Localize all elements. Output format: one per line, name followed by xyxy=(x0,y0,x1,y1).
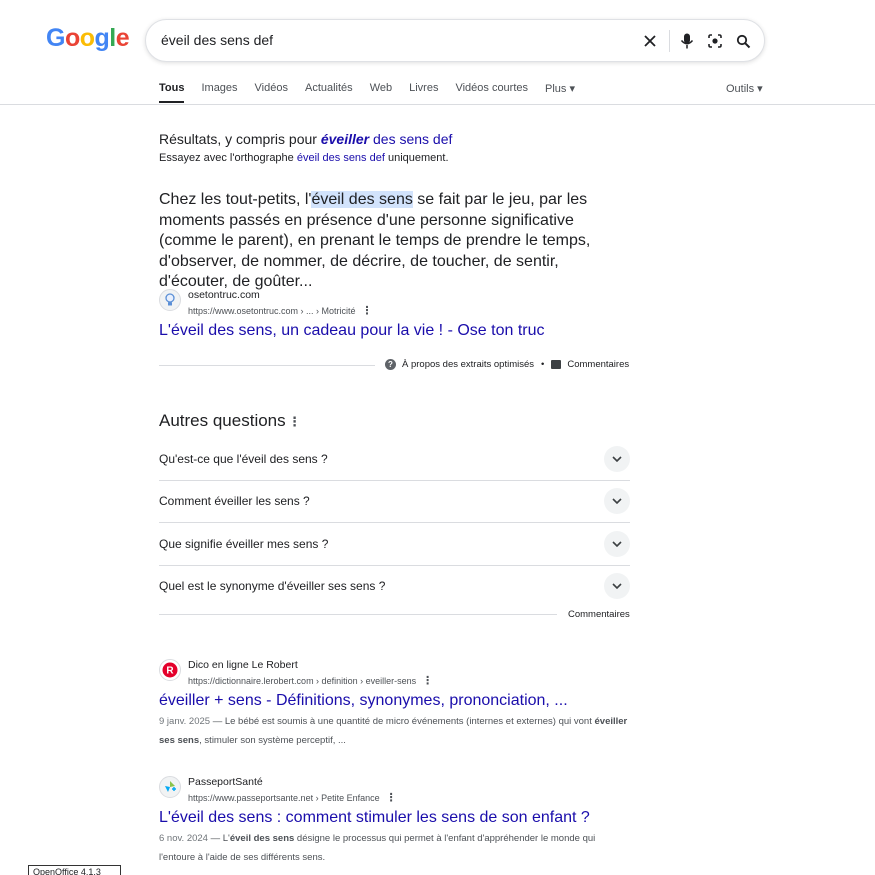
chevron-down-icon[interactable] xyxy=(604,446,630,472)
tools-button[interactable]: Outils ▾ xyxy=(726,82,763,95)
result-date: 6 nov. 2024 xyxy=(159,833,208,844)
feedback-icon xyxy=(551,360,562,369)
more-vert-icon[interactable]: ⋮ xyxy=(288,414,301,430)
taskbar-label[interactable]: OpenOffice 4.1.3 xyxy=(28,865,121,875)
search-input[interactable] xyxy=(161,32,631,48)
spelling-prefix: Résultats, y compris pour xyxy=(159,131,321,147)
original-query-link[interactable]: éveil des sens def xyxy=(297,152,385,164)
corrected-word: éveiller xyxy=(320,131,370,147)
chevron-down-icon[interactable] xyxy=(604,573,630,599)
try-prefix: Essayez avec l'orthographe xyxy=(159,152,297,164)
chevron-down-icon[interactable] xyxy=(604,531,630,557)
separator-dot: • xyxy=(541,359,545,370)
paa-question[interactable]: Qu'est-ce que l'éveil des sens ? xyxy=(159,439,630,481)
search-tabs: Tous Images Vidéos Actualités Web Livres… xyxy=(159,82,592,103)
bulb-icon xyxy=(159,289,181,311)
site-url: https://www.osetontruc.com › ... › Motri… xyxy=(188,304,373,317)
site-url-text: https://www.osetontruc.com › ... › Motri… xyxy=(188,306,356,316)
corrected-rest: des sens def xyxy=(369,131,453,147)
google-logo[interactable]: Google xyxy=(46,24,130,53)
snippet-before: Chez les tout-petits, l' xyxy=(159,191,312,208)
logo-letter: o xyxy=(79,24,95,52)
chevron-down-icon[interactable] xyxy=(604,488,630,514)
le-robert-icon: R xyxy=(159,659,181,681)
logo-letter: o xyxy=(64,24,80,52)
tab-more[interactable]: Plus ▾ xyxy=(545,82,575,102)
snippet-title-link[interactable]: L'éveil des sens, un cadeau pour la vie … xyxy=(159,322,545,340)
more-vert-icon[interactable]: ⋮ xyxy=(386,792,397,804)
microphone-icon[interactable] xyxy=(676,30,698,52)
paa-question-text: Que signifie éveiller mes sens ? xyxy=(159,537,329,551)
try-suffix: uniquement. xyxy=(384,152,449,164)
paa-question-text: Quel est le synonyme d'éveiller ses sens… xyxy=(159,579,386,593)
search-icon[interactable] xyxy=(732,30,754,52)
passeportsante-icon xyxy=(159,776,181,798)
tab-short-videos[interactable]: Vidéos courtes xyxy=(455,82,528,102)
help-icon: ? xyxy=(385,359,396,370)
result-description: 6 nov. 2024 — L'éveil des sens désigne l… xyxy=(159,829,629,867)
result-description: 9 janv. 2025 — Le bébé est soumis à une … xyxy=(159,712,629,750)
tab-videos[interactable]: Vidéos xyxy=(255,82,288,102)
paa-feedback-link[interactable]: Commentaires xyxy=(568,609,630,620)
tab-news[interactable]: Actualités xyxy=(305,82,353,102)
original-spelling: Essayez avec l'orthographe éveil des sen… xyxy=(159,152,449,164)
svg-text:R: R xyxy=(166,666,174,677)
result-title-link[interactable]: L'éveil des sens : comment stimuler les … xyxy=(159,809,590,827)
more-vert-icon[interactable]: ⋮ xyxy=(422,675,433,687)
paa-title: Autres questions xyxy=(159,411,286,430)
tab-books[interactable]: Livres xyxy=(409,82,438,102)
featured-snippet-text: Chez les tout-petits, l'éveil des sens s… xyxy=(159,190,629,293)
corrected-query-link[interactable]: éveiller des sens def xyxy=(321,131,453,147)
paa-question[interactable]: Que signifie éveiller mes sens ? xyxy=(159,524,630,566)
snippet-feedback-link[interactable]: Commentaires xyxy=(567,359,629,370)
logo-letter: e xyxy=(115,24,130,52)
site-name: Dico en ligne Le Robert xyxy=(188,659,298,671)
header-divider xyxy=(0,104,875,105)
result-title-link[interactable]: éveiller + sens - Définitions, synonymes… xyxy=(159,692,568,710)
snippet-highlight: éveil des sens xyxy=(311,191,413,208)
close-icon[interactable] xyxy=(639,30,661,52)
paa-question-text: Qu'est-ce que l'éveil des sens ? xyxy=(159,452,328,466)
site-name: PasseportSanté xyxy=(188,776,263,788)
desc-text: — Le bébé est soumis à une quantité de m… xyxy=(210,716,595,727)
search-box[interactable] xyxy=(145,19,765,62)
lens-icon[interactable] xyxy=(704,30,726,52)
snippet-footer-divider xyxy=(159,365,375,366)
desc-bold: éveil des sens xyxy=(229,833,295,844)
result-date: 9 janv. 2025 xyxy=(159,716,211,727)
paa-question[interactable]: Quel est le synonyme d'éveiller ses sens… xyxy=(159,566,630,608)
logo-letter: g xyxy=(94,24,110,52)
site-url: https://www.passeportsante.net › Petite … xyxy=(188,791,397,804)
tab-images[interactable]: Images xyxy=(201,82,237,102)
tab-all[interactable]: Tous xyxy=(159,82,185,103)
more-vert-icon[interactable]: ⋮ xyxy=(362,305,373,317)
paa-question-text: Comment éveiller les sens ? xyxy=(159,494,310,508)
tab-web[interactable]: Web xyxy=(370,82,392,102)
search-divider xyxy=(669,30,670,52)
about-snippets-link[interactable]: À propos des extraits optimisés xyxy=(402,359,534,370)
spelling-correction: Résultats, y compris pour éveiller des s… xyxy=(159,131,452,147)
logo-letter: G xyxy=(46,24,65,52)
site-url: https://dictionnaire.lerobert.com › defi… xyxy=(188,674,433,687)
site-url-text: https://dictionnaire.lerobert.com › defi… xyxy=(188,676,417,686)
site-url-text: https://www.passeportsante.net › Petite … xyxy=(188,793,380,803)
paa-footer-divider xyxy=(159,614,557,615)
site-name: osetontruc.com xyxy=(188,289,260,301)
desc-text: , stimuler son système perceptif, ... xyxy=(199,735,346,746)
snippet-footer: ? À propos des extraits optimisés • Comm… xyxy=(385,359,629,370)
desc-text: — L' xyxy=(207,833,230,844)
paa-question[interactable]: Comment éveiller les sens ? xyxy=(159,481,630,523)
